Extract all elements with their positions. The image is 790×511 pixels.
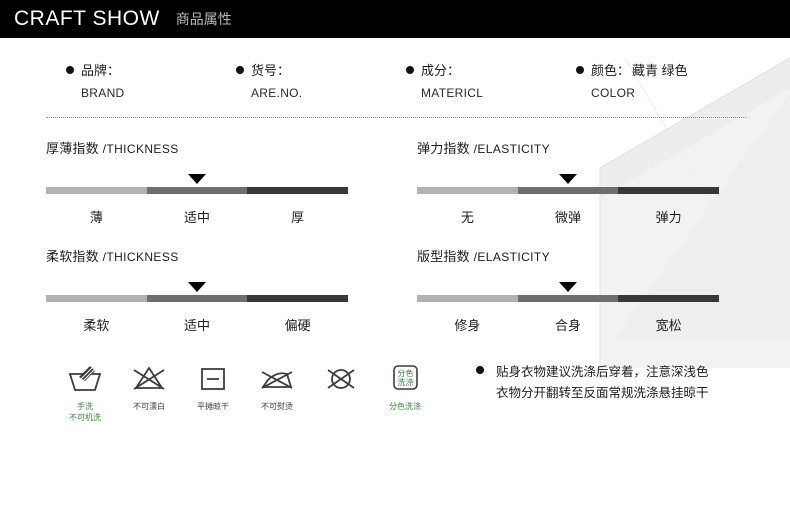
index-title-elasticity: 弹力指数 /ELASTICITY (417, 141, 551, 157)
care-label-no-iron: 不可熨烫 (261, 402, 293, 412)
index-bar-track (46, 187, 349, 195)
attribute-color: 颜色： 藏青 绿色 COLOR (576, 63, 688, 101)
index-bar-softness (46, 282, 349, 303)
index-label-2: 微弹 (555, 210, 582, 226)
index-segment-3 (247, 295, 349, 303)
no-bleach-icon (124, 358, 174, 398)
index-label-2: 适中 (184, 318, 211, 334)
index-bar-track (417, 187, 720, 195)
attribute-material: 成分： MATERICL (406, 63, 576, 101)
index-labels-elasticity: 无 微弹 弹力 (417, 207, 719, 226)
index-bar-fit (417, 282, 720, 303)
care-note: 贴身衣物建议洗涤后穿着，注意深浅色 衣物分开翻转至反面常规洗涤悬挂晾干 (476, 358, 709, 424)
attribute-material-en: MATERICL (421, 86, 484, 101)
care-item-no-dry-clean (316, 358, 366, 424)
care-note-line-1: 贴身衣物建议洗涤后穿着，注意深浅色 (496, 365, 709, 380)
index-bar-thickness (46, 174, 349, 195)
index-label-3: 偏硬 (284, 318, 311, 334)
index-block-softness: 柔软指数 /THICKNESS 柔软 适中 偏硬 (46, 246, 395, 334)
index-segment-3 (247, 187, 349, 195)
index-block-elasticity: 弹力指数 /ELASTICITY 无 微弹 弹力 (395, 138, 744, 226)
no-iron-icon (252, 358, 302, 398)
care-label-no-bleach: 不可漂白 (133, 402, 165, 412)
index-segment-1 (417, 295, 518, 303)
care-item-no-iron: 不可熨烫 (252, 358, 302, 424)
bullet-icon (406, 66, 414, 74)
badge-line1: 分色 (398, 368, 414, 378)
index-bar-elasticity (417, 174, 720, 195)
index-title-softness: 柔软指数 /THICKNESS (46, 249, 179, 265)
index-block-fit: 版型指数 /ELASTICITY 修身 合身 宽松 (395, 246, 744, 334)
index-label-3: 宽松 (655, 318, 682, 334)
attribute-row: 品牌： BRAND 货号： ARE.NO. 成分： MATERICL 颜色： 藏青… (46, 63, 744, 101)
care-item-hand-wash: 手洗 不可机洗 (60, 358, 110, 424)
index-segment-1 (46, 187, 147, 195)
flat-dry-icon (188, 358, 238, 398)
care-item-no-bleach: 不可漂白 (124, 358, 174, 424)
index-marker-icon (559, 174, 577, 185)
care-icon-list: 手洗 不可机洗 不可漂白 平摊晾干 不可熨烫 分色 洗涤 分色洗涤 (60, 358, 430, 424)
index-segment-1 (417, 187, 518, 195)
care-label-flat-dry: 平摊晾干 (197, 402, 229, 412)
bullet-icon (66, 66, 74, 74)
bullet-icon (236, 66, 244, 74)
index-segment-2 (517, 187, 619, 195)
index-marker-icon (559, 282, 577, 293)
index-segment-3 (618, 187, 720, 195)
hand-wash-icon (60, 358, 110, 398)
bullet-icon (576, 66, 584, 74)
index-bar-track (417, 295, 720, 303)
no-dry-clean-icon (316, 358, 366, 398)
index-segment-3 (618, 295, 720, 303)
attribute-brand: 品牌： BRAND (66, 63, 236, 101)
index-segment-1 (46, 295, 147, 303)
index-label-1: 薄 (89, 210, 103, 226)
index-marker-icon (188, 282, 206, 293)
care-label-hand-wash: 手洗 不可机洗 (69, 402, 101, 423)
attribute-brand-label: 品牌： (66, 63, 236, 78)
brand-title: CRAFT SHOW (14, 7, 160, 30)
page-subtitle: 商品属性 (175, 11, 232, 27)
attribute-color-value: 藏青 绿色 (632, 63, 688, 78)
index-label-3: 厚 (291, 210, 305, 226)
wash-separately-icon: 分色 洗涤 (380, 358, 430, 398)
index-label-2: 适中 (184, 210, 211, 226)
index-segment-2 (146, 295, 248, 303)
care-note-line-2: 衣物分开翻转至反面常规洗涤悬挂晾干 (496, 385, 709, 400)
content-area: 品牌： BRAND 货号： ARE.NO. 成分： MATERICL 颜色： 藏青… (0, 63, 790, 424)
index-title-fit: 版型指数 /ELASTICITY (417, 249, 551, 265)
attribute-color-label: 颜色： 藏青 绿色 (576, 63, 688, 78)
attribute-article-no-en: ARE.NO. (251, 86, 303, 101)
index-label-1: 无 (460, 210, 474, 226)
care-item-flat-dry: 平摊晾干 (188, 358, 238, 424)
index-label-3: 弹力 (655, 210, 682, 226)
attribute-brand-en: BRAND (81, 86, 125, 101)
index-title-thickness: 厚薄指数 /THICKNESS (46, 141, 179, 157)
index-block-thickness: 厚薄指数 /THICKNESS 薄 适中 厚 (46, 138, 395, 226)
section-divider (46, 117, 746, 119)
attribute-article-no: 货号： ARE.NO. (236, 63, 406, 101)
index-marker-icon (188, 174, 206, 185)
attribute-color-en: COLOR (591, 86, 636, 101)
badge-line2: 洗涤 (398, 377, 414, 387)
index-label-2: 合身 (555, 318, 582, 334)
index-label-1: 修身 (454, 318, 481, 334)
attribute-material-label: 成分： (406, 63, 576, 78)
attribute-article-no-label: 货号： (236, 63, 406, 78)
index-label-1: 柔软 (83, 318, 110, 334)
index-segment-2 (517, 295, 619, 303)
index-bar-track (46, 295, 349, 303)
index-labels-thickness: 薄 适中 厚 (46, 207, 348, 226)
care-item-wash-separately: 分色 洗涤 分色洗涤 (380, 358, 430, 424)
index-grid: 厚薄指数 /THICKNESS 薄 适中 厚 弹力指数 /ELASTICITY … (46, 138, 744, 354)
care-label-wash-separately: 分色洗涤 (389, 402, 421, 412)
page-header: CRAFT SHOW 商品属性 (0, 0, 790, 38)
bullet-icon (476, 366, 484, 375)
index-labels-fit: 修身 合身 宽松 (417, 315, 719, 334)
care-instruction-row: 手洗 不可机洗 不可漂白 平摊晾干 不可熨烫 分色 洗涤 分色洗涤 贴身衣物建议… (46, 358, 744, 424)
index-segment-2 (146, 187, 248, 195)
index-labels-softness: 柔软 适中 偏硬 (46, 315, 348, 334)
